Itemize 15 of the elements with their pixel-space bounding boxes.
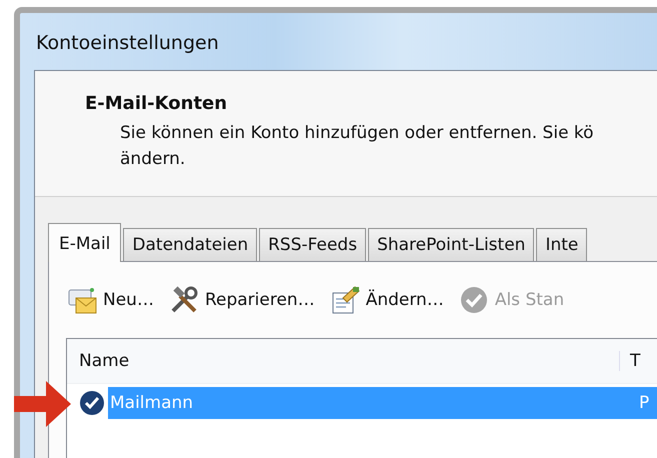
toolbar-button[interactable]: Reparieren… xyxy=(168,284,315,316)
tab[interactable]: E-Mail xyxy=(48,223,122,262)
tab[interactable]: Inte xyxy=(536,228,588,261)
description-text: Sie können ein Konto hinzufügen oder entfernen. Sie kö xyxy=(119,122,595,145)
toolbar-button[interactable]: Ändern… xyxy=(328,284,444,316)
toolbar-button[interactable]: Neu… xyxy=(66,284,154,316)
tab[interactable]: SharePoint-Listen xyxy=(368,228,534,261)
tab[interactable]: RSS-Feeds xyxy=(259,228,366,261)
tab[interactable]: Datendateien xyxy=(123,228,258,261)
section-title: E-Mail-Konten xyxy=(85,93,228,114)
arrow-annotation xyxy=(14,379,72,429)
window-title: Kontoeinstellungen xyxy=(36,32,219,54)
column-header[interactable]: T xyxy=(620,351,640,371)
column-header[interactable]: Name xyxy=(67,351,620,371)
description-text: ändern. xyxy=(119,148,186,171)
